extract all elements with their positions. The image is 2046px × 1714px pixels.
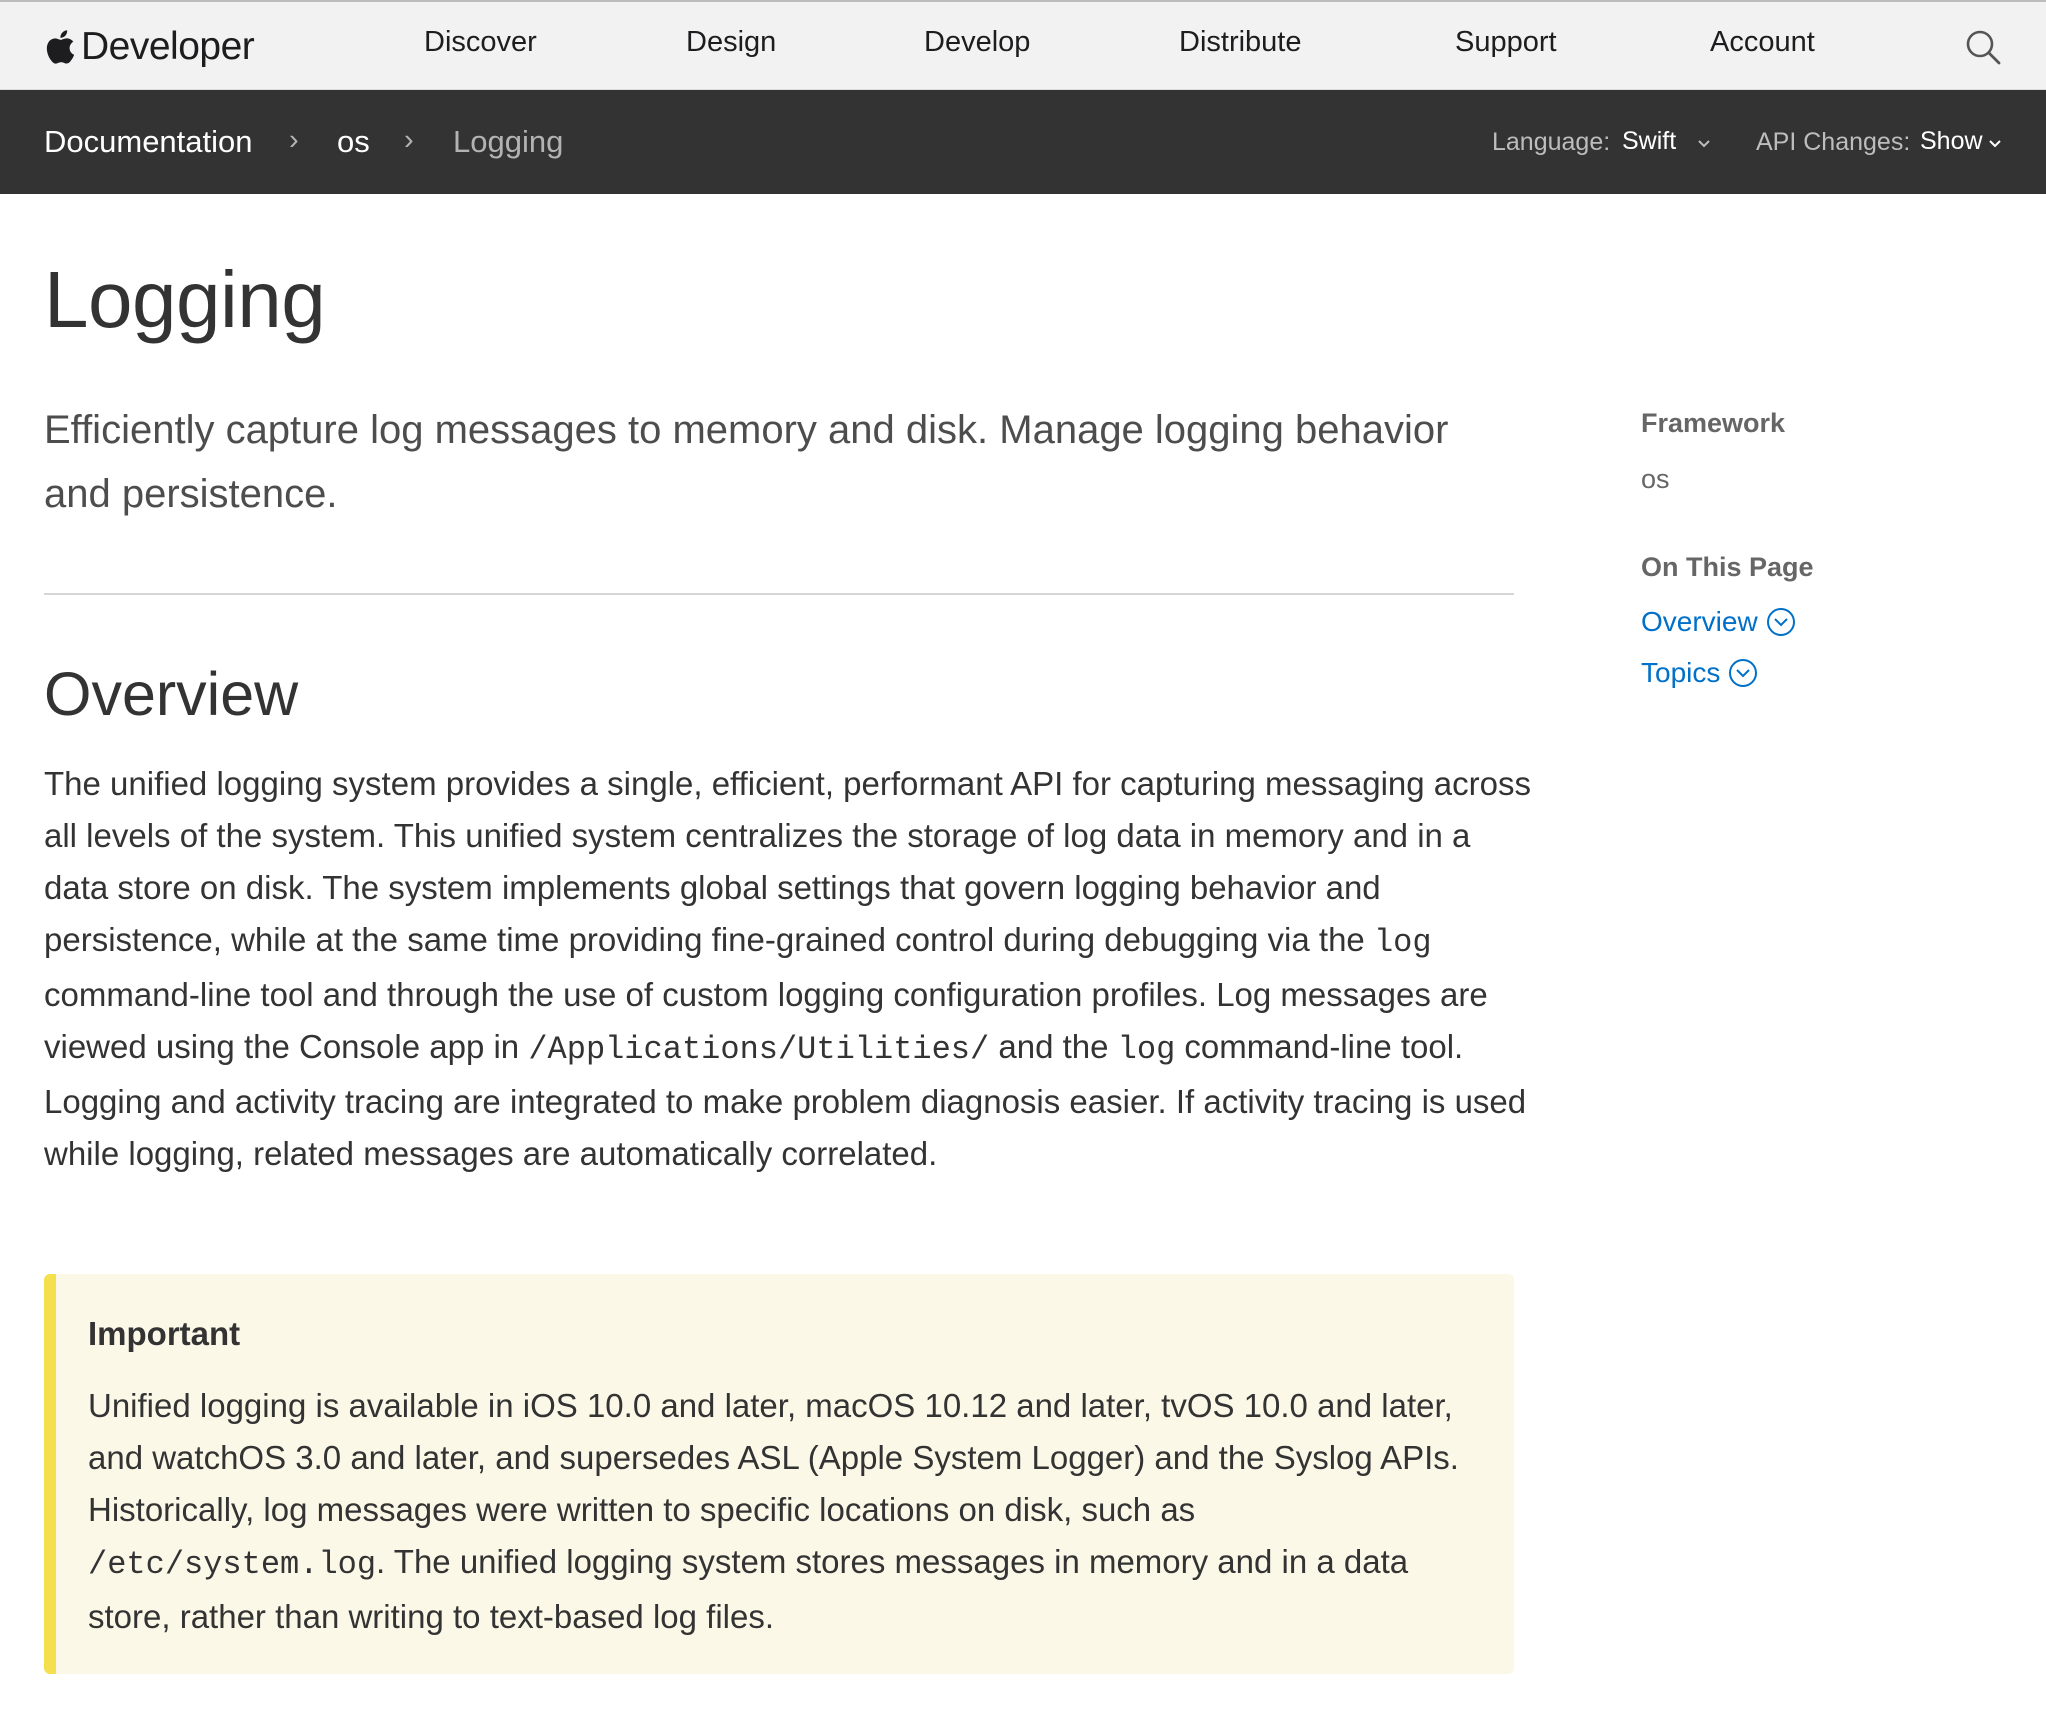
code-applications-utilities-path: /Applications/Utilities/ bbox=[528, 1031, 990, 1068]
toc-link-label: Topics bbox=[1641, 657, 1721, 688]
text-run: Unified logging is available in iOS 10.0… bbox=[88, 1387, 1459, 1528]
apple-logo-icon bbox=[46, 30, 75, 64]
code-log: log bbox=[1373, 924, 1432, 961]
toc-link-overview[interactable]: Overview bbox=[1641, 606, 1796, 638]
chevron-down-icon[interactable] bbox=[1697, 138, 1711, 148]
important-text: Unified logging is available in iOS 10.0… bbox=[88, 1380, 1482, 1643]
breadcrumb-os[interactable]: os bbox=[337, 124, 370, 160]
overview-paragraph: The unified logging system provides a si… bbox=[44, 758, 1534, 1180]
important-label: Important bbox=[88, 1315, 241, 1352]
search-icon[interactable] bbox=[1964, 28, 2002, 66]
breadcrumb-separator: › bbox=[289, 124, 299, 156]
api-changes-value[interactable]: Show bbox=[1920, 127, 1983, 156]
overview-heading: Overview bbox=[44, 660, 299, 728]
chevron-circle-down-icon bbox=[1729, 659, 1758, 687]
chevron-down-icon[interactable] bbox=[1988, 138, 2002, 148]
breadcrumb-separator: › bbox=[404, 124, 414, 156]
nav-account[interactable]: Account bbox=[1710, 26, 1815, 59]
nav-design[interactable]: Design bbox=[686, 26, 776, 59]
code-system-log-path: /etc/system.log bbox=[88, 1546, 377, 1583]
local-nav: Documentation › os › Logging Language: S… bbox=[0, 90, 2046, 194]
breadcrumb-documentation[interactable]: Documentation bbox=[44, 124, 253, 160]
api-changes-label: API Changes: bbox=[1756, 128, 1911, 156]
page-title: Logging bbox=[44, 255, 326, 344]
important-callout: Important Unified logging is available i… bbox=[44, 1274, 1514, 1674]
framework-label: Framework bbox=[1641, 408, 1786, 438]
language-value[interactable]: Swift bbox=[1622, 127, 1676, 156]
abstract: Efficiently capture log messages to memo… bbox=[44, 408, 1449, 516]
chevron-circle-down-icon bbox=[1766, 608, 1795, 636]
nav-support[interactable]: Support bbox=[1455, 26, 1557, 59]
code-log: log bbox=[1117, 1031, 1176, 1068]
text-run: and the bbox=[989, 1028, 1118, 1065]
nav-discover[interactable]: Discover bbox=[424, 26, 537, 59]
toc-link-label: Overview bbox=[1641, 606, 1758, 637]
text-run: The unified logging system provides a si… bbox=[44, 765, 1531, 958]
framework-value: os bbox=[1641, 464, 1670, 494]
language-label: Language: bbox=[1492, 128, 1611, 156]
brand-text: Developer bbox=[81, 25, 255, 68]
on-this-page-label: On This Page bbox=[1641, 552, 1814, 582]
nav-develop[interactable]: Develop bbox=[924, 26, 1030, 59]
nav-distribute[interactable]: Distribute bbox=[1179, 26, 1302, 59]
divider bbox=[44, 593, 1514, 595]
breadcrumb-current-logging: Logging bbox=[453, 124, 564, 159]
apple-developer-logo-link[interactable]: Developer bbox=[45, 22, 255, 72]
toc-link-topics[interactable]: Topics bbox=[1641, 657, 1758, 689]
global-nav: Developer Discover Design Develop Distri… bbox=[0, 0, 2046, 90]
